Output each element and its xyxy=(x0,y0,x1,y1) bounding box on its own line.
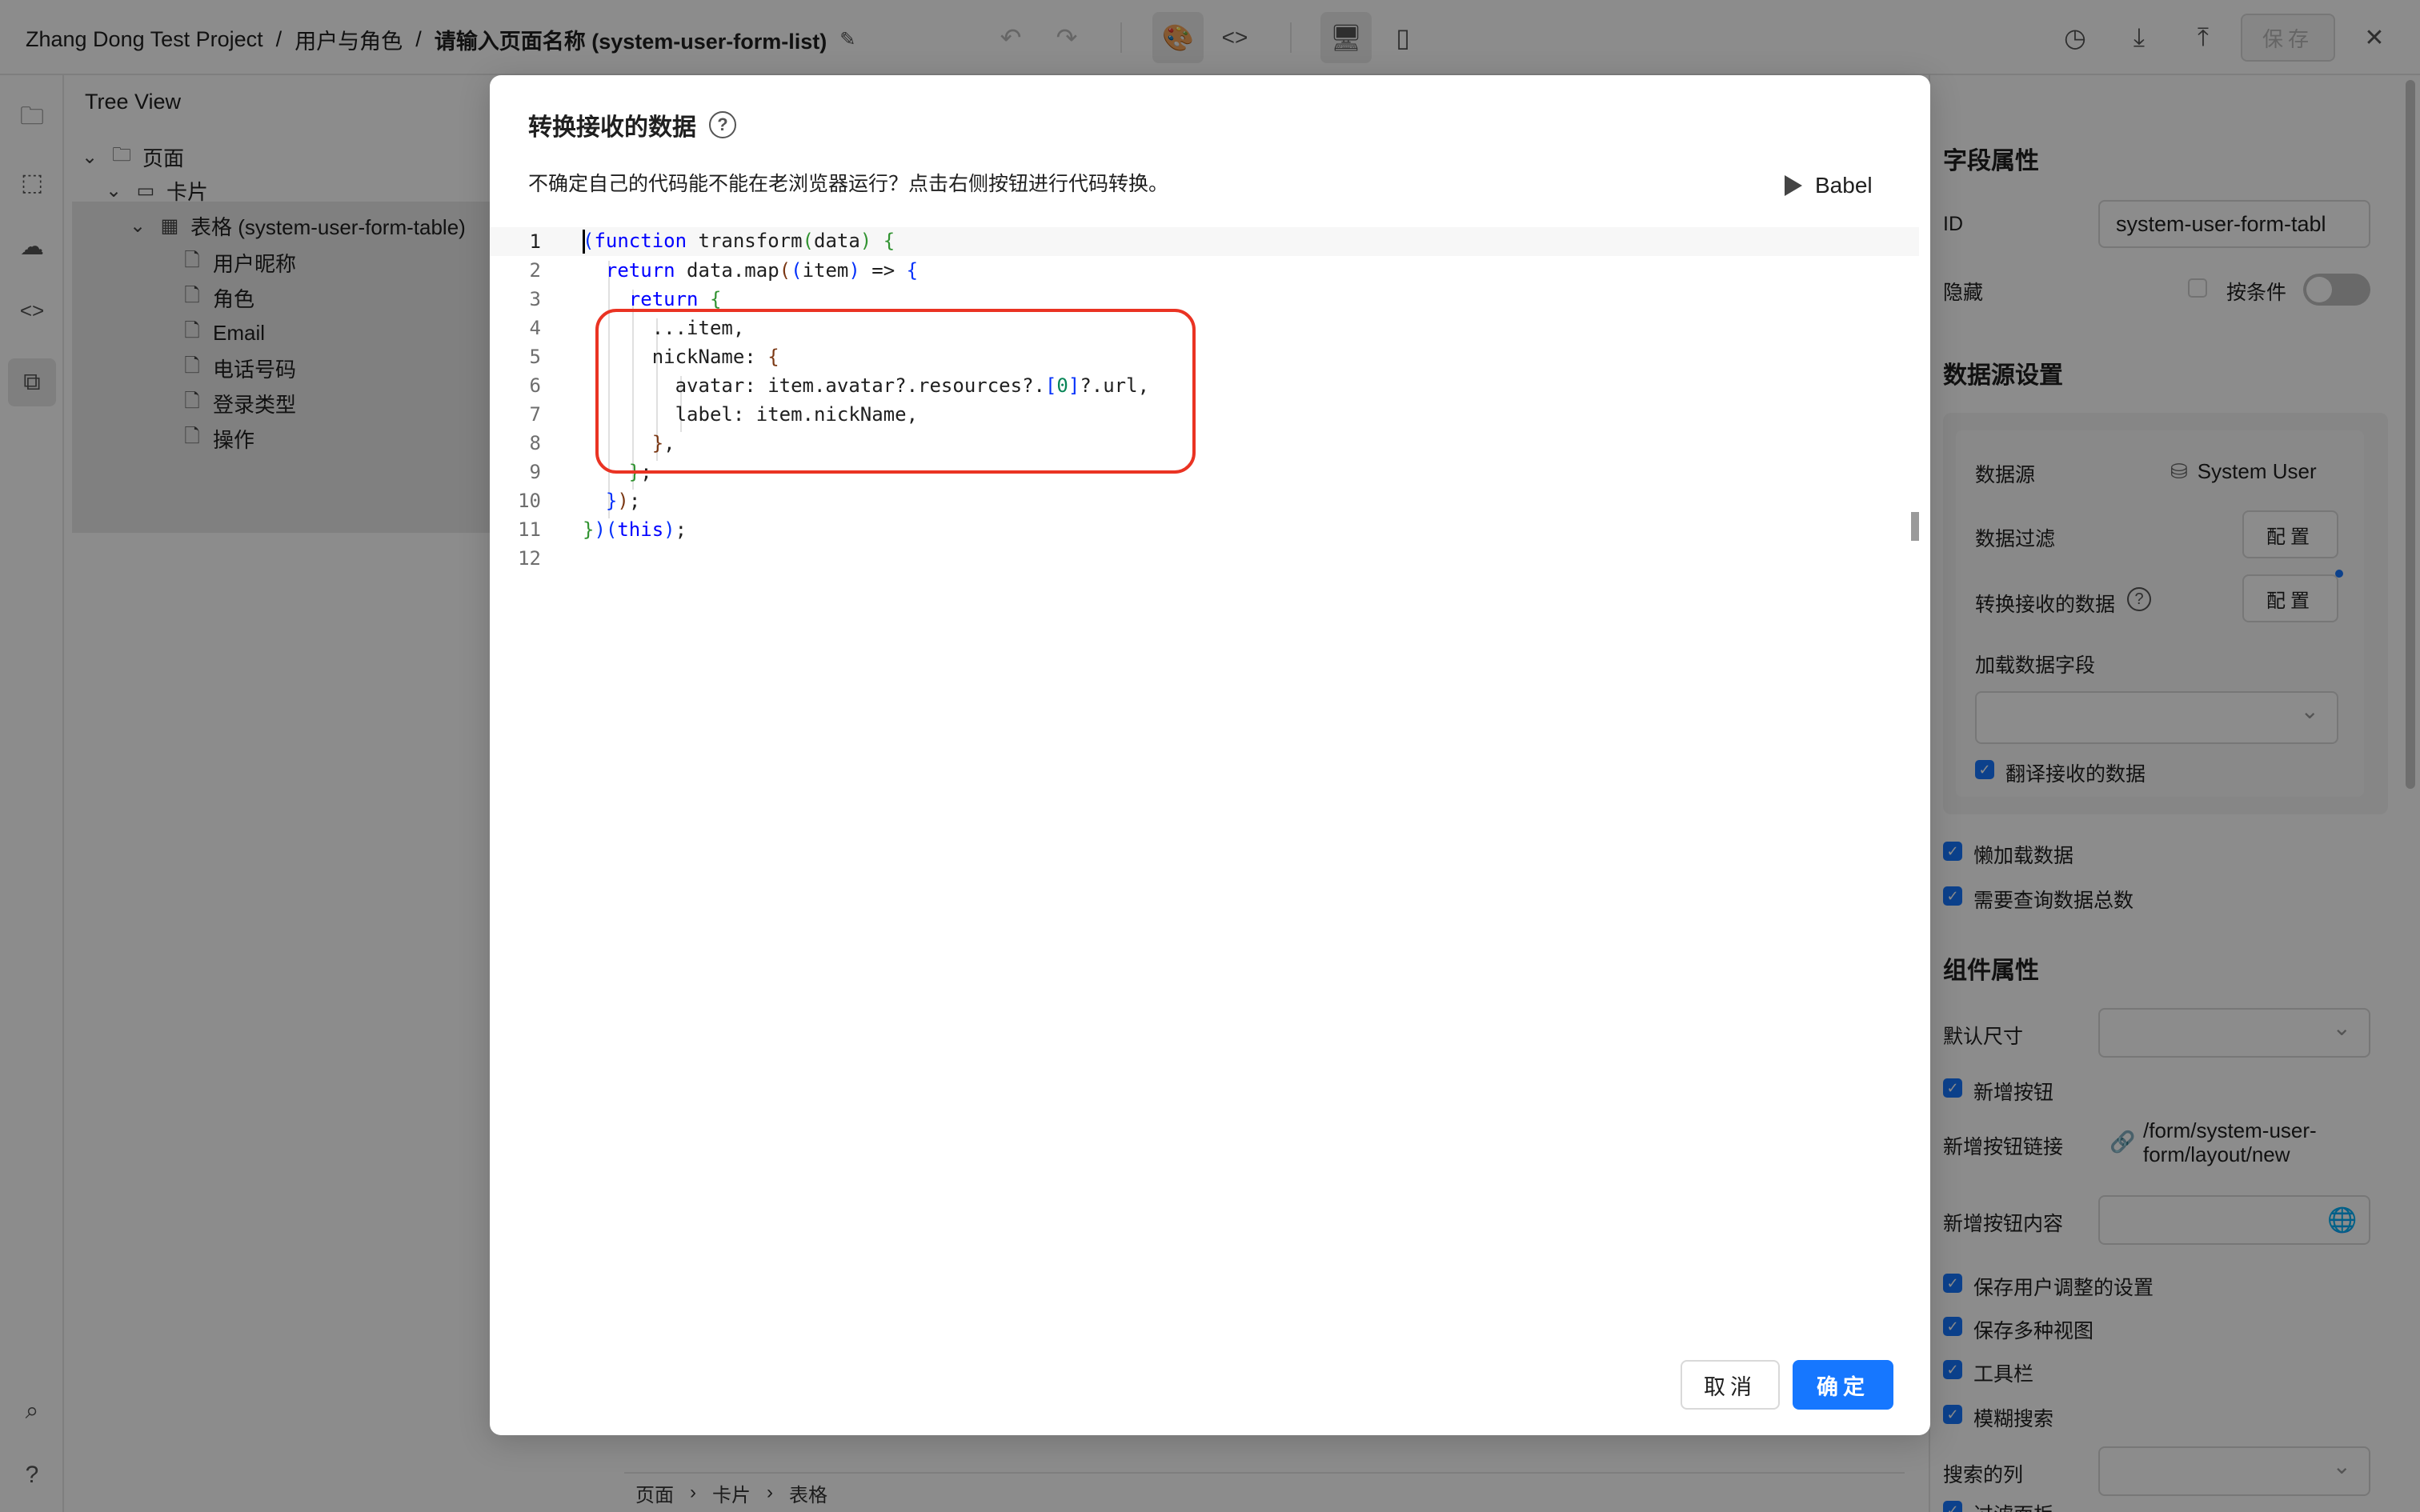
code-text: (function transform(data) { xyxy=(583,230,895,254)
modal-title: 转换接收的数据 ? xyxy=(528,107,736,142)
ok-button[interactable]: 确定 xyxy=(1793,1360,1893,1410)
annotation-highlight-box xyxy=(595,309,1196,474)
help-icon[interactable]: ? xyxy=(709,111,736,138)
play-icon xyxy=(1785,175,1802,196)
modal-description: 不确定自己的代码能不能在老浏览器运行？点击右侧按钮进行代码转换。 xyxy=(528,173,1169,195)
code-line: 10 }); xyxy=(518,490,641,512)
code-line: 11 })(this); xyxy=(518,518,687,541)
code-text: return { xyxy=(628,288,722,310)
code-line: 1 (function transform(data) { xyxy=(490,227,1919,256)
cancel-button[interactable]: 取消 xyxy=(1681,1360,1780,1410)
code-line: 12 xyxy=(518,547,541,570)
code-text: }); xyxy=(605,490,641,512)
transform-modal: 转换接收的数据 ? 不确定自己的代码能不能在老浏览器运行？点击右侧按钮进行代码转… xyxy=(490,75,1930,1435)
code-line: 2 return data.map((item) => { xyxy=(529,259,919,282)
babel-button[interactable]: Babel xyxy=(1785,173,1873,198)
code-text: return data.map((item) => { xyxy=(605,259,919,282)
code-text: })(this); xyxy=(583,518,687,541)
